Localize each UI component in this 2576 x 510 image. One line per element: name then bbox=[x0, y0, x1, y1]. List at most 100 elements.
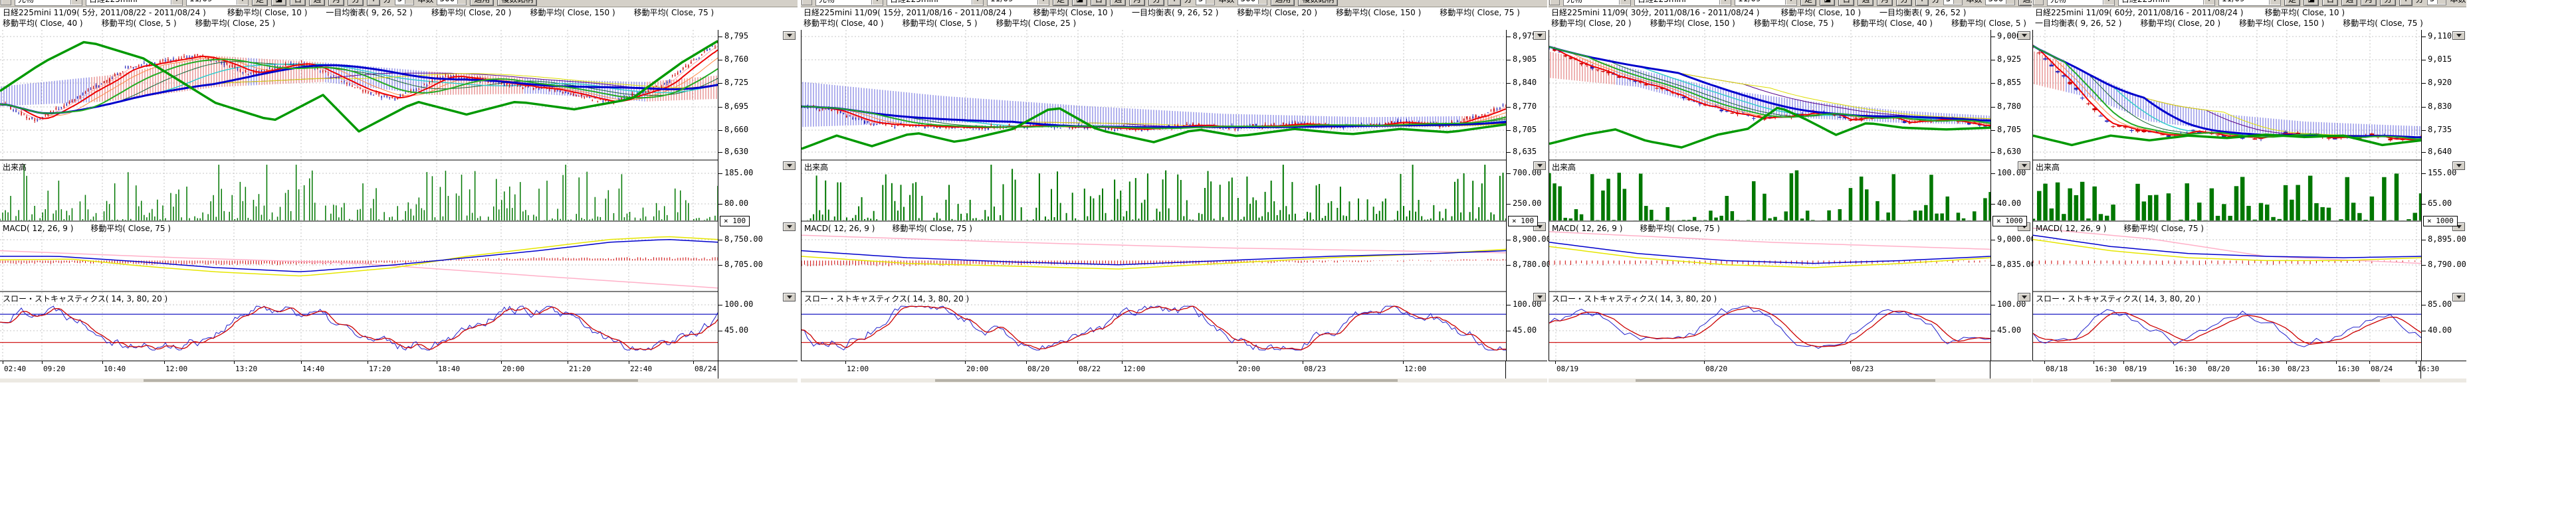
pane-collapse-button[interactable] bbox=[783, 222, 796, 231]
symbol-type-select[interactable]: 先物▼ bbox=[2047, 0, 2115, 6]
multi-symbol-button[interactable]: 複数銘柄 bbox=[497, 0, 537, 6]
horizontal-scrollbar[interactable] bbox=[0, 379, 798, 382]
pane-collapse-button[interactable] bbox=[1533, 31, 1546, 40]
bar-count-spinner[interactable]: 500⇕ bbox=[437, 0, 467, 5]
period-month-button[interactable]: 月 bbox=[328, 0, 344, 6]
symbol-type-select[interactable]: 先物▼ bbox=[15, 0, 82, 6]
toolbar: 先物▼日経225mini▼11/09▼足◪日週月分T分5⇕本数500⇕適用複数銘… bbox=[0, 0, 798, 7]
symbol-select[interactable]: 日経225mini▼ bbox=[86, 0, 183, 6]
horizontal-scrollbar[interactable] bbox=[2032, 379, 2466, 382]
legend-item: 一目均衡表( 9, 26, 52 ) bbox=[1132, 8, 1218, 17]
horizontal-scrollbar[interactable] bbox=[1549, 379, 2032, 382]
window-fragment-button[interactable] bbox=[1549, 0, 1560, 5]
contract-select[interactable]: 11/09▼ bbox=[1735, 0, 1797, 6]
scrollbar-thumb[interactable] bbox=[935, 379, 1398, 382]
window-fragment-button[interactable] bbox=[2033, 0, 2044, 5]
period-day-button[interactable]: 日 bbox=[1838, 0, 1854, 6]
apply-button[interactable]: 適用 bbox=[1271, 0, 1295, 6]
pane-collapse-button[interactable] bbox=[783, 161, 796, 170]
symbol-select[interactable]: 日経225mini▼ bbox=[2118, 0, 2215, 6]
axis-tick-mark bbox=[1507, 173, 1511, 174]
price-axis: 9,0008,9258,8558,7808,7058,630100.0040.0… bbox=[1990, 30, 2032, 361]
scrollbar-thumb[interactable] bbox=[1636, 379, 1935, 382]
period-week-button[interactable]: 週 bbox=[1858, 0, 1874, 6]
price-chart-canvas[interactable] bbox=[2033, 30, 2421, 361]
apply-button[interactable]: 適用 bbox=[2018, 0, 2032, 6]
pane-collapse-button[interactable] bbox=[1533, 293, 1546, 301]
bar-count-spinner[interactable]: 500⇕ bbox=[1985, 0, 2015, 5]
scrollbar-thumb[interactable] bbox=[2111, 379, 2380, 382]
symbol-select[interactable]: 日経225mini▼ bbox=[887, 0, 984, 6]
period-month-button[interactable]: 月 bbox=[1877, 0, 1893, 6]
axis-tick-mark bbox=[2422, 152, 2426, 153]
pane-collapse-button[interactable] bbox=[2018, 31, 2030, 40]
macd-label: MACD( 12, 26, 9 ) bbox=[804, 224, 875, 233]
symbol-type-select[interactable]: 先物▼ bbox=[815, 0, 883, 6]
apply-button[interactable]: 適用 bbox=[470, 0, 494, 6]
minute-spinner[interactable]: 5⇕ bbox=[1196, 0, 1216, 5]
time-axis: 08/1816:3008/1916:3008/2016:3008/2316:30… bbox=[2032, 361, 2466, 379]
period-minute-button[interactable]: 分 bbox=[2380, 0, 2396, 6]
horizontal-scrollbar[interactable] bbox=[801, 379, 1547, 382]
volume-label: 出来高 bbox=[804, 163, 828, 172]
pane-collapse-button[interactable] bbox=[2018, 293, 2030, 301]
period-day-button[interactable]: 日 bbox=[2322, 0, 2338, 6]
chart-style-icon-button[interactable]: ◪ bbox=[2304, 0, 2319, 6]
volume-multiplier-badge: × 1000 bbox=[1992, 216, 2027, 226]
bar-count-spinner[interactable]: 500⇕ bbox=[1237, 0, 1267, 5]
period-week-button[interactable]: 週 bbox=[309, 0, 325, 6]
pane-collapse-button[interactable] bbox=[783, 31, 796, 40]
bar-type-button[interactable]: 足 bbox=[2284, 0, 2300, 6]
minute-spinner[interactable]: 5⇕ bbox=[1943, 0, 1963, 5]
pane-collapse-button[interactable] bbox=[1533, 161, 1546, 170]
window-fragment-button[interactable] bbox=[802, 0, 812, 5]
scrollbar-thumb[interactable] bbox=[144, 379, 638, 382]
period-day-button[interactable]: 日 bbox=[1091, 0, 1107, 6]
period-minute-button[interactable]: 分 bbox=[1148, 0, 1164, 6]
bar-type-button[interactable]: 足 bbox=[1053, 0, 1069, 6]
period-minute-button[interactable]: 分 bbox=[1896, 0, 1912, 6]
chevron-down-icon bbox=[1537, 296, 1543, 299]
chevron-down-icon bbox=[1537, 164, 1543, 167]
period-week-button[interactable]: 週 bbox=[1110, 0, 1126, 6]
symbol-select[interactable]: 日経225mini▼ bbox=[1634, 0, 1731, 6]
price-chart-canvas[interactable] bbox=[1549, 30, 1990, 361]
contract-select[interactable]: 11/09▼ bbox=[987, 0, 1049, 6]
bar-type-button[interactable]: 足 bbox=[252, 0, 268, 6]
chart-style-icon-button[interactable]: ◪ bbox=[1820, 0, 1835, 6]
period-month-button[interactable]: 月 bbox=[2361, 0, 2377, 6]
macd-histogram bbox=[1549, 260, 1990, 265]
chart-area: 出来高MACD( 12, 26, 9 )移動平均( Close, 75 )スロー… bbox=[801, 30, 1548, 361]
contract-select[interactable]: 11/09▼ bbox=[186, 0, 249, 6]
multi-symbol-button[interactable]: 複数銘柄 bbox=[1298, 0, 1338, 6]
price-chart-canvas[interactable] bbox=[802, 30, 1506, 361]
chevron-down-icon bbox=[787, 225, 792, 228]
minute-spinner[interactable]: 5⇕ bbox=[2427, 0, 2447, 5]
period-week-button[interactable]: 週 bbox=[2341, 0, 2357, 6]
price-chart-canvas[interactable] bbox=[0, 30, 718, 361]
symbol-type-select[interactable]: 先物▼ bbox=[1563, 0, 1631, 6]
horizontal-gridlines bbox=[1549, 37, 1990, 331]
period-day-button[interactable]: 日 bbox=[290, 0, 306, 6]
period-minute-button[interactable]: 分 bbox=[348, 0, 364, 6]
axis-tick-label: 8,790.00 bbox=[2428, 260, 2466, 269]
pane-collapse-button[interactable] bbox=[783, 293, 796, 301]
window-fragment-button[interactable] bbox=[1, 0, 11, 5]
ichimoku-cloud bbox=[1, 56, 716, 106]
chart-style-icon-button[interactable]: ◪ bbox=[271, 0, 286, 6]
pane-collapse-button[interactable] bbox=[2452, 161, 2465, 170]
tick-button[interactable]: T bbox=[1915, 0, 1928, 6]
bar-type-button[interactable]: 足 bbox=[1800, 0, 1816, 6]
contract-select[interactable]: 11/09▼ bbox=[2218, 0, 2281, 6]
pane-collapse-button[interactable] bbox=[2018, 161, 2030, 170]
tick-button[interactable]: T bbox=[367, 0, 379, 6]
minute-spinner[interactable]: 5⇕ bbox=[395, 0, 415, 5]
pane-collapse-button[interactable] bbox=[2452, 31, 2465, 40]
chart-style-icon-button[interactable]: ◪ bbox=[1072, 0, 1087, 6]
minute-unit-label: 分 bbox=[2416, 0, 2424, 5]
tick-button[interactable]: T bbox=[2399, 0, 2412, 6]
time-label: 12:00 bbox=[165, 365, 187, 373]
period-month-button[interactable]: 月 bbox=[1129, 0, 1145, 6]
pane-collapse-button[interactable] bbox=[2452, 293, 2465, 301]
tick-button[interactable]: T bbox=[1168, 0, 1180, 6]
